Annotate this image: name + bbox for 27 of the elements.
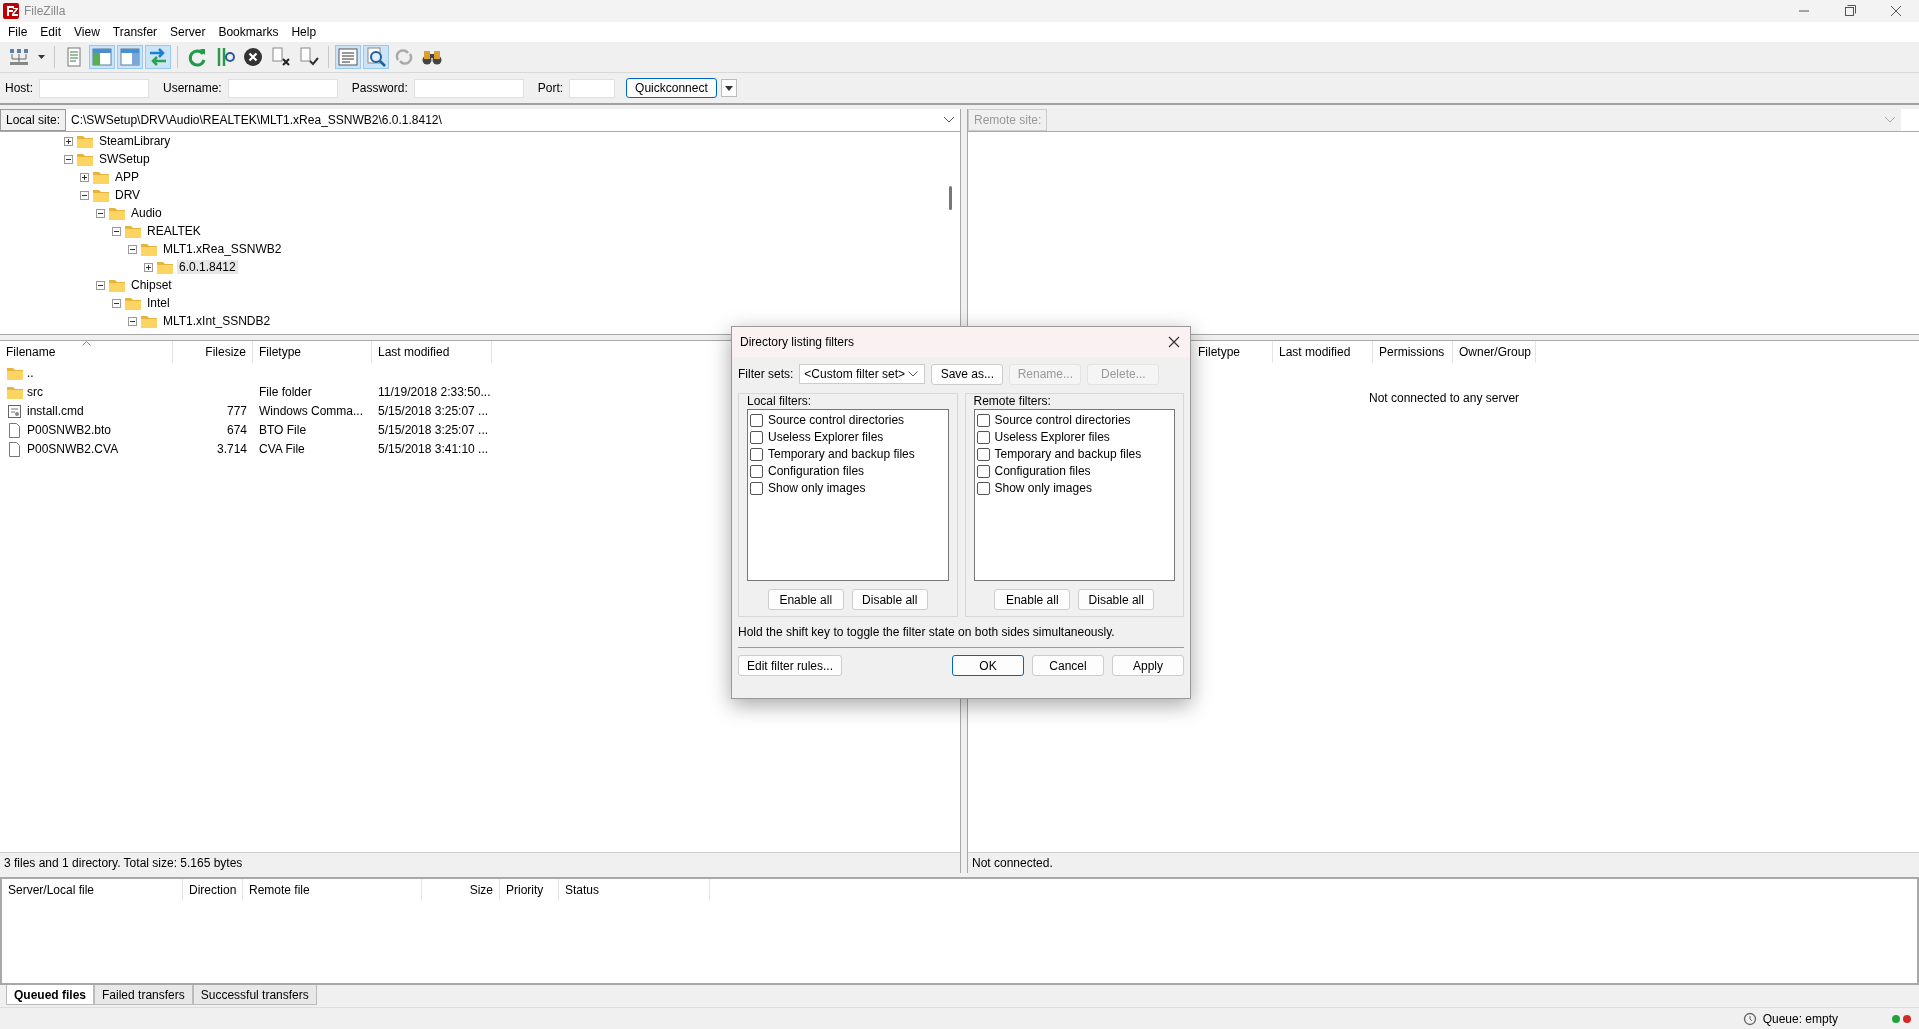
table-cell: 5/15/2018 3:25:07 ... (378, 422, 489, 437)
field-label: Password: (351, 81, 408, 95)
table-cell: 3.714 (216, 441, 247, 456)
table-cell: 777 (226, 403, 247, 418)
table-cell: 5/15/2018 3:25:07 ... (378, 403, 489, 418)
field-label: Filter sets: (738, 367, 794, 381)
table-cell: BTO File (259, 422, 307, 437)
table-cell: Windows Comma... (259, 403, 364, 418)
empty-message: Not connected to any server (1369, 391, 1520, 405)
site-label: Remote site: (968, 109, 1048, 131)
field-label: Port: (537, 81, 564, 95)
table-cell: 11/19/2018 2:33:50... (378, 384, 491, 399)
group-title: Local filters: (747, 394, 813, 409)
field-label: Host: (5, 81, 33, 95)
table-cell: 5/15/2018 3:41:10 ... (378, 441, 489, 456)
hint-text: Hold the shift key to toggle the filter state on both sides simultaneously. (738, 625, 1116, 641)
status-text: 3 files and 1 directory. Total size: 5.165 bytes (0, 852, 960, 873)
dialog-title: Directory listing filters (740, 335, 855, 349)
table-cell: File folder (259, 384, 312, 399)
window-title: FileZilla (24, 4, 66, 18)
table-cell: CVA File (259, 441, 305, 456)
status-text: Not connected. (968, 852, 1919, 873)
field-label: Username: (163, 81, 222, 95)
table-cell: 674 (226, 422, 247, 437)
group-title: Remote filters: (973, 394, 1052, 409)
site-label: Local site: (0, 109, 67, 131)
queue-status: Queue: empty (1762, 1011, 1838, 1026)
